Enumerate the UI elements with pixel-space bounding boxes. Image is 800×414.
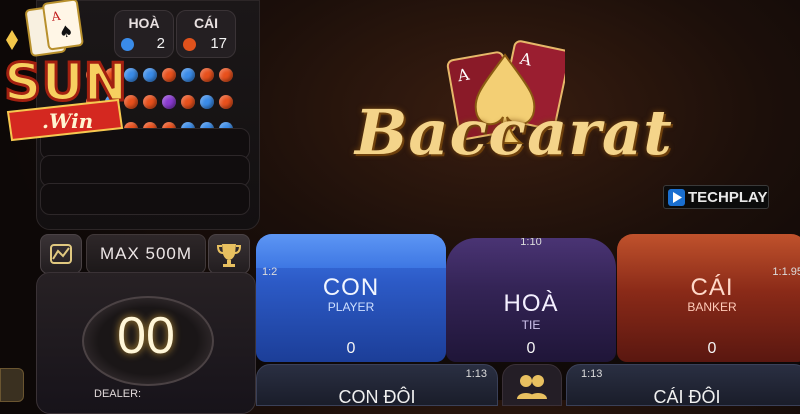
cai-sub-label: BANKER <box>687 300 737 314</box>
play-icon <box>668 189 685 206</box>
bet-player-con[interactable]: 1:2 CON PLAYER 0 <box>256 234 446 362</box>
trophy-button[interactable] <box>208 234 250 274</box>
bead-dot <box>200 95 214 109</box>
chart-icon <box>50 244 72 264</box>
hoa-sub-label: TIE <box>521 318 541 332</box>
cai-doi-label: CÁI ĐÔI <box>653 387 721 407</box>
bet-tie-hoa[interactable]: 1:10 HOÀ TIE 0 <box>446 238 616 362</box>
cai-dot-icon <box>183 38 196 51</box>
bead-dot <box>219 95 233 109</box>
logo-win-text: .Win <box>42 109 93 133</box>
game-title: Baccarat <box>355 96 673 169</box>
max-bet-display: MAX 500M <box>86 234 206 274</box>
chart-button[interactable] <box>40 234 82 274</box>
road-row-3 <box>40 183 250 215</box>
bead-dot <box>181 68 195 82</box>
hoa-label: HOÀ <box>503 290 559 317</box>
con-doi-label: CON ĐÔI <box>338 387 416 407</box>
cai-count-label: CÁI <box>193 15 219 31</box>
con-label: CON <box>322 274 380 301</box>
cai-count-value: 17 <box>210 35 227 52</box>
players-icon <box>517 375 547 399</box>
bead-dot <box>162 95 176 109</box>
con-sub-label: PLAYER <box>327 300 375 314</box>
techplay-badge: TECHPLAY <box>663 185 769 209</box>
bead-dot <box>200 68 214 82</box>
bead-dot <box>181 95 195 109</box>
con-bet-amount: 0 <box>346 340 356 357</box>
side-menu-icon[interactable] <box>0 368 24 402</box>
hoa-ratio: 1:10 <box>520 238 542 248</box>
bet-banker-cai[interactable]: 1:1.95 CÁI BANKER 0 <box>617 234 800 362</box>
max-label: MAX <box>99 244 140 263</box>
cai-label: CÁI <box>690 274 734 301</box>
con-doi-ratio: 1:13 <box>465 368 487 380</box>
cai-count-box: CÁI 17 <box>176 10 236 58</box>
countdown-timer: 00 <box>117 307 175 365</box>
trophy-icon <box>216 244 242 267</box>
provider-name: TECHPLAY <box>688 189 768 206</box>
bead-dot <box>162 68 176 82</box>
svg-text:♠: ♠ <box>58 21 75 42</box>
sunwin-logo: A ♠ SUN .Win <box>3 0 129 142</box>
cai-bet-amount: 0 <box>707 340 717 357</box>
cai-doi-ratio: 1:13 <box>581 368 603 380</box>
dealer-label: DEALER: <box>94 388 142 400</box>
hoa-count-value: 2 <box>156 35 165 52</box>
hoa-bet-amount: 0 <box>526 340 536 357</box>
bead-dot <box>219 68 233 82</box>
max-value: 500M <box>145 244 193 263</box>
